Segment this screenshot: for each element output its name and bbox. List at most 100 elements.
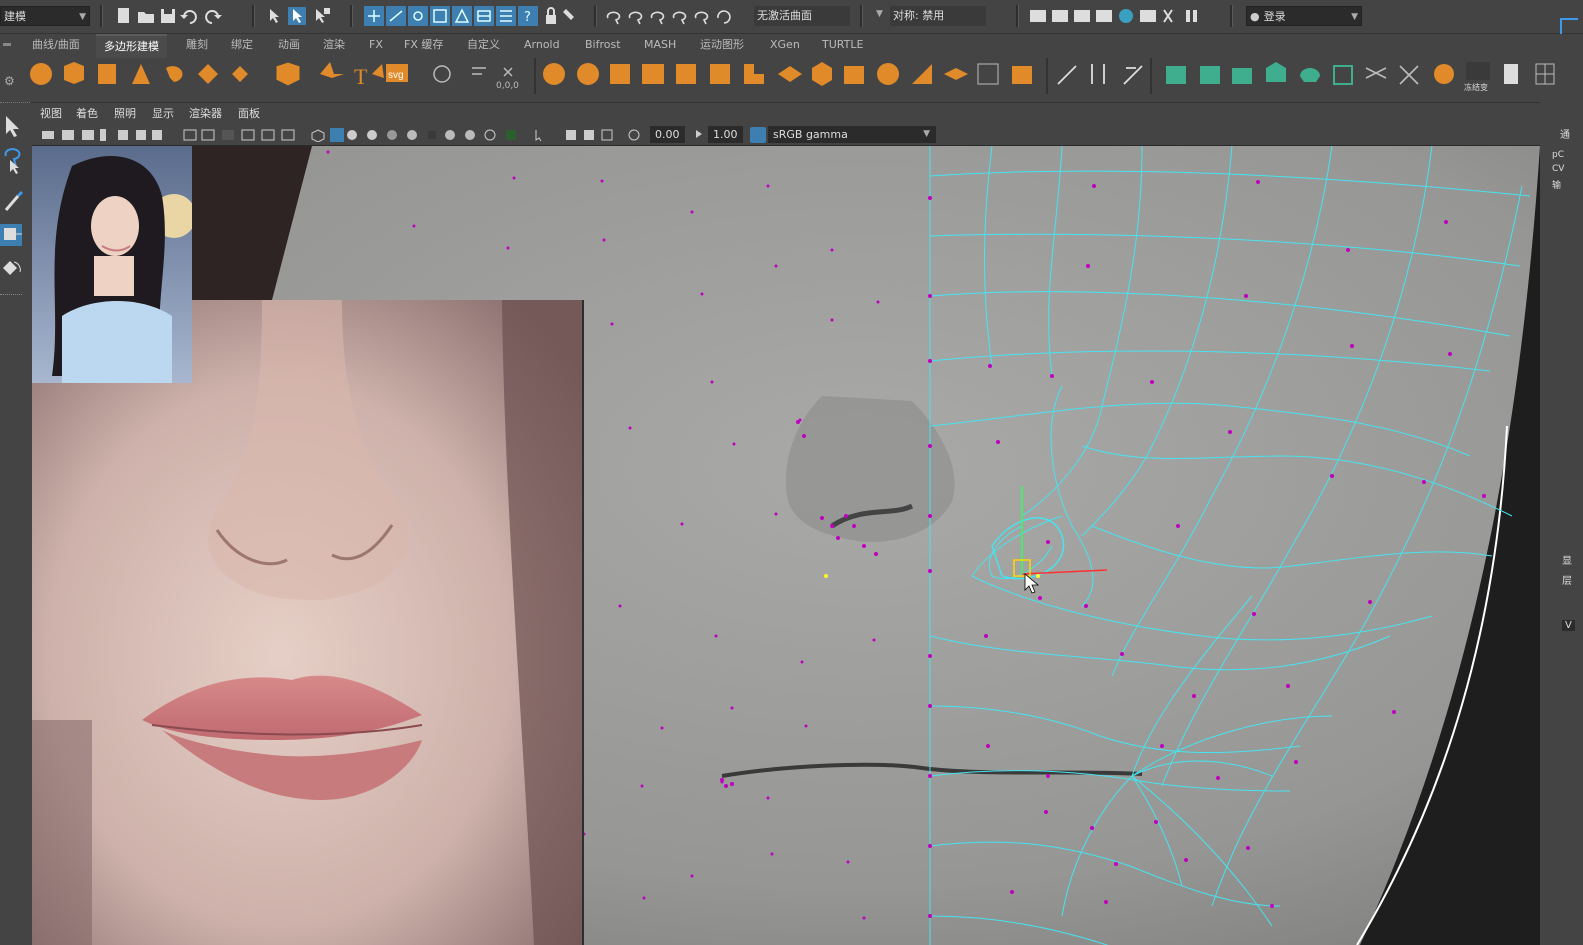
component-select-icon[interactable] [316,8,330,23]
tab-mash[interactable]: MASH [644,34,676,56]
lasso-icon[interactable] [4,148,21,174]
menu-view[interactable]: 视图 [40,103,62,125]
color-space-dropdown[interactable]: sRGB gamma ▼ [768,126,936,143]
panel-toolbar: 0.00 1.00 sRGB gamma ▼ [32,125,1540,146]
svg-tool-icon[interactable]: svg [388,70,404,81]
shelf-menu-icon[interactable] [3,43,11,46]
open-scene-icon[interactable] [138,12,154,23]
quad-draw-icon [1166,66,1186,84]
shelf: ⚙ T svg 0,0,0 冻结变 [0,58,1583,103]
exposure-field[interactable]: 0.00 [650,126,685,143]
menu-renderer[interactable]: 渲染器 [189,103,222,125]
field-chart-icon [241,129,255,141]
camera-attributes-icon [62,130,74,140]
menu-show[interactable]: 显示 [152,103,174,125]
viewport-3d[interactable] [32,146,1540,945]
toolbox-divider [0,294,22,296]
symmetry-dropdown[interactable]: 对称: 禁用 [890,6,986,26]
symmetry-label: 对称: 禁用 [893,9,945,22]
exposure-icon [628,129,640,141]
tab-custom[interactable]: 自定义 [467,34,500,56]
center-pivot-icon [472,67,486,75]
tab-bifrost[interactable]: Bifrost [585,34,621,56]
divider [594,5,597,27]
lasso-icon [606,11,621,25]
new-scene-icon[interactable] [118,8,129,23]
selection-mode-icons [270,7,330,25]
mirror-icon [744,64,764,84]
connect-icon [1266,62,1286,82]
tab-poly-modeling[interactable]: 多边形建模 [96,34,167,58]
color-space-label: sRGB gamma [773,128,848,141]
shadows-icon [407,130,417,140]
tab-fx-caching[interactable]: FX 缓存 [404,34,443,56]
safe-action-icon [261,129,275,141]
select-arrow-icon[interactable] [6,116,19,137]
file-icons [118,8,222,24]
login-dropdown[interactable]: ● 登录 ▼ [1246,6,1362,26]
lock-icon[interactable] [546,7,556,24]
hierarchy-select-icon[interactable] [270,9,279,23]
tab-rendering[interactable]: 渲染 [323,34,345,56]
triangulate-icon [844,66,864,84]
redo-icon[interactable] [205,10,222,24]
poly-disc-icon [232,66,256,82]
cleanup-icon [778,66,802,82]
wireframe-icon [311,129,325,142]
poly-plane-icon [198,64,218,84]
ipr-render-icon [1074,10,1090,22]
rotate-tool-icon[interactable] [3,261,21,275]
selected-vertex-marker [824,574,828,578]
tab-fx[interactable]: FX [369,34,383,56]
toolbox-grip [0,102,30,107]
tab-sculpting[interactable]: 雕刻 [186,34,208,56]
anti-alias-icon [465,130,475,140]
grid-icon [1535,63,1555,85]
magnet-icon[interactable] [563,9,574,20]
chevron-down-icon[interactable]: ▼ [876,9,883,19]
move-tool-icon[interactable] [0,224,22,246]
poly-cone-icon [132,64,150,84]
tab-motion-graphics[interactable]: 运动图形 [700,34,744,56]
append-poly-icon [1012,66,1032,84]
gamma-field[interactable]: 1.00 [708,126,743,143]
textured-icon [367,130,377,140]
channel-box-edge: 通 pC CV 输 显 层 V [1540,102,1583,945]
paint-brush-icon[interactable] [4,190,24,211]
menu-panels[interactable]: 面板 [238,103,260,125]
object-name-label: pC [1552,150,1564,160]
tab-xgen[interactable]: XGen [770,34,800,56]
tab-curves-surfaces[interactable]: 曲线/曲面 [32,34,80,56]
live-surface-field[interactable]: 无激活曲面 [754,6,850,26]
bridge-icon [944,68,968,80]
sweep-mesh-icon [372,64,384,78]
xray-components-icon [584,130,594,140]
use-lights-icon [387,130,397,140]
combine-icon [543,63,565,85]
shelf-settings-icon[interactable]: ⚙ [4,74,15,88]
color-management-icon[interactable] [750,127,766,143]
tab-turtle[interactable]: TURTLE [822,34,863,56]
undo-icon[interactable] [180,10,197,24]
visibility-toggle[interactable]: V [1562,620,1575,631]
tab-rigging[interactable]: 绑定 [231,34,253,56]
menu-shading[interactable]: 着色 [76,103,98,125]
boolean-icon [642,64,664,84]
tab-arnold[interactable]: Arnold [524,34,560,56]
object-select-icon[interactable] [288,7,306,25]
type-tool-icon[interactable]: T [354,64,368,89]
freeze-transform-label[interactable]: 冻结变 [1464,82,1488,92]
mode-dropdown[interactable]: 建模 ▼ [0,6,90,26]
reduce-icon [710,64,730,84]
wireframe-on-shaded-icon [347,130,357,140]
spin-edge-icon [1300,68,1320,82]
collapse-icon [1333,65,1353,85]
menu-lighting[interactable]: 照明 [114,103,136,125]
tab-animation[interactable]: 动画 [278,34,300,56]
reference-closeup-image [32,300,584,945]
chevron-down-icon: ▼ [79,12,86,22]
bookmark-icon [82,130,94,140]
save-scene-icon[interactable] [161,9,175,23]
mode-dropdown-label: 建模 [4,10,26,23]
poly-sphere-icon [30,63,52,85]
